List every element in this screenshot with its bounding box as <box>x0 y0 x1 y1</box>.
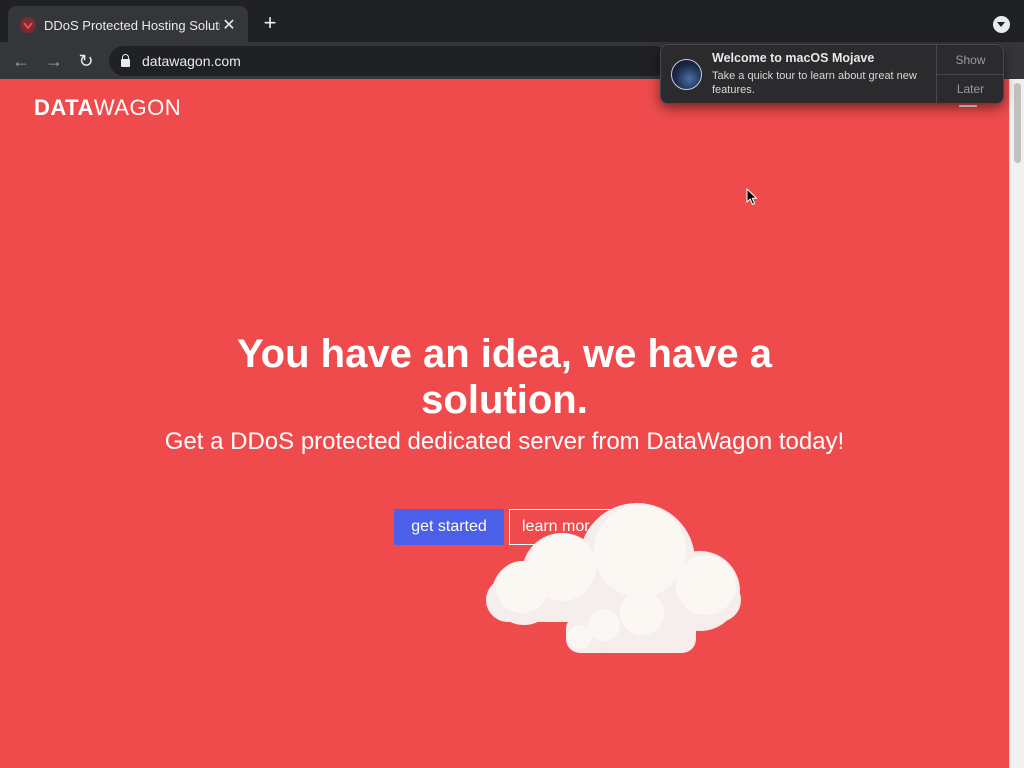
mouse-cursor-icon <box>746 188 758 206</box>
notification-show-button[interactable]: Show <box>937 45 1003 74</box>
notification-actions: Show Later <box>936 45 1003 103</box>
back-arrow-icon[interactable]: ← <box>10 50 32 72</box>
logo-bold-text: DATA <box>34 95 94 120</box>
tab-title: DDoS Protected Hosting Soluti <box>44 17 220 33</box>
tab-search-icon[interactable] <box>993 16 1010 33</box>
notification-later-button[interactable]: Later <box>937 74 1003 103</box>
page-scrollbar[interactable] <box>1009 79 1024 768</box>
logo-light-text: WAGON <box>93 95 182 120</box>
new-tab-button[interactable]: + <box>259 12 281 34</box>
lock-icon <box>121 54 130 67</box>
hero-subheadline: Get a DDoS protected dedicated server fr… <box>164 428 845 455</box>
forward-arrow-icon[interactable]: → <box>43 50 65 72</box>
address-bar[interactable]: datawagon.com <box>109 46 669 76</box>
browser-tab-strip: DDoS Protected Hosting Soluti ✕ + <box>0 0 1024 46</box>
notification-title: Welcome to macOS Mojave <box>712 51 875 65</box>
macos-mojave-icon <box>671 59 702 90</box>
scrollbar-thumb[interactable] <box>1014 83 1021 163</box>
notification-body: Take a quick tour to learn about great n… <box>712 70 917 96</box>
cloud-illustration <box>486 503 741 653</box>
site-favicon-icon <box>20 17 36 33</box>
hero-headline: You have an idea, we have a solution. <box>236 332 773 422</box>
menu-icon[interactable] <box>959 105 977 107</box>
tab-close-icon[interactable]: ✕ <box>220 15 238 35</box>
reload-icon[interactable]: ↻ <box>75 50 97 72</box>
macos-notification[interactable]: Welcome to macOS Mojave Take a quick tou… <box>660 44 1004 104</box>
web-page: DATAWAGON You have an idea, we have a so… <box>0 79 1009 768</box>
hero-section: You have an idea, we have a solution. Ge… <box>150 331 859 457</box>
datawagon-logo[interactable]: DATAWAGON <box>34 95 181 121</box>
browser-tab[interactable]: DDoS Protected Hosting Soluti ✕ <box>8 6 248 44</box>
address-url: datawagon.com <box>142 53 241 69</box>
